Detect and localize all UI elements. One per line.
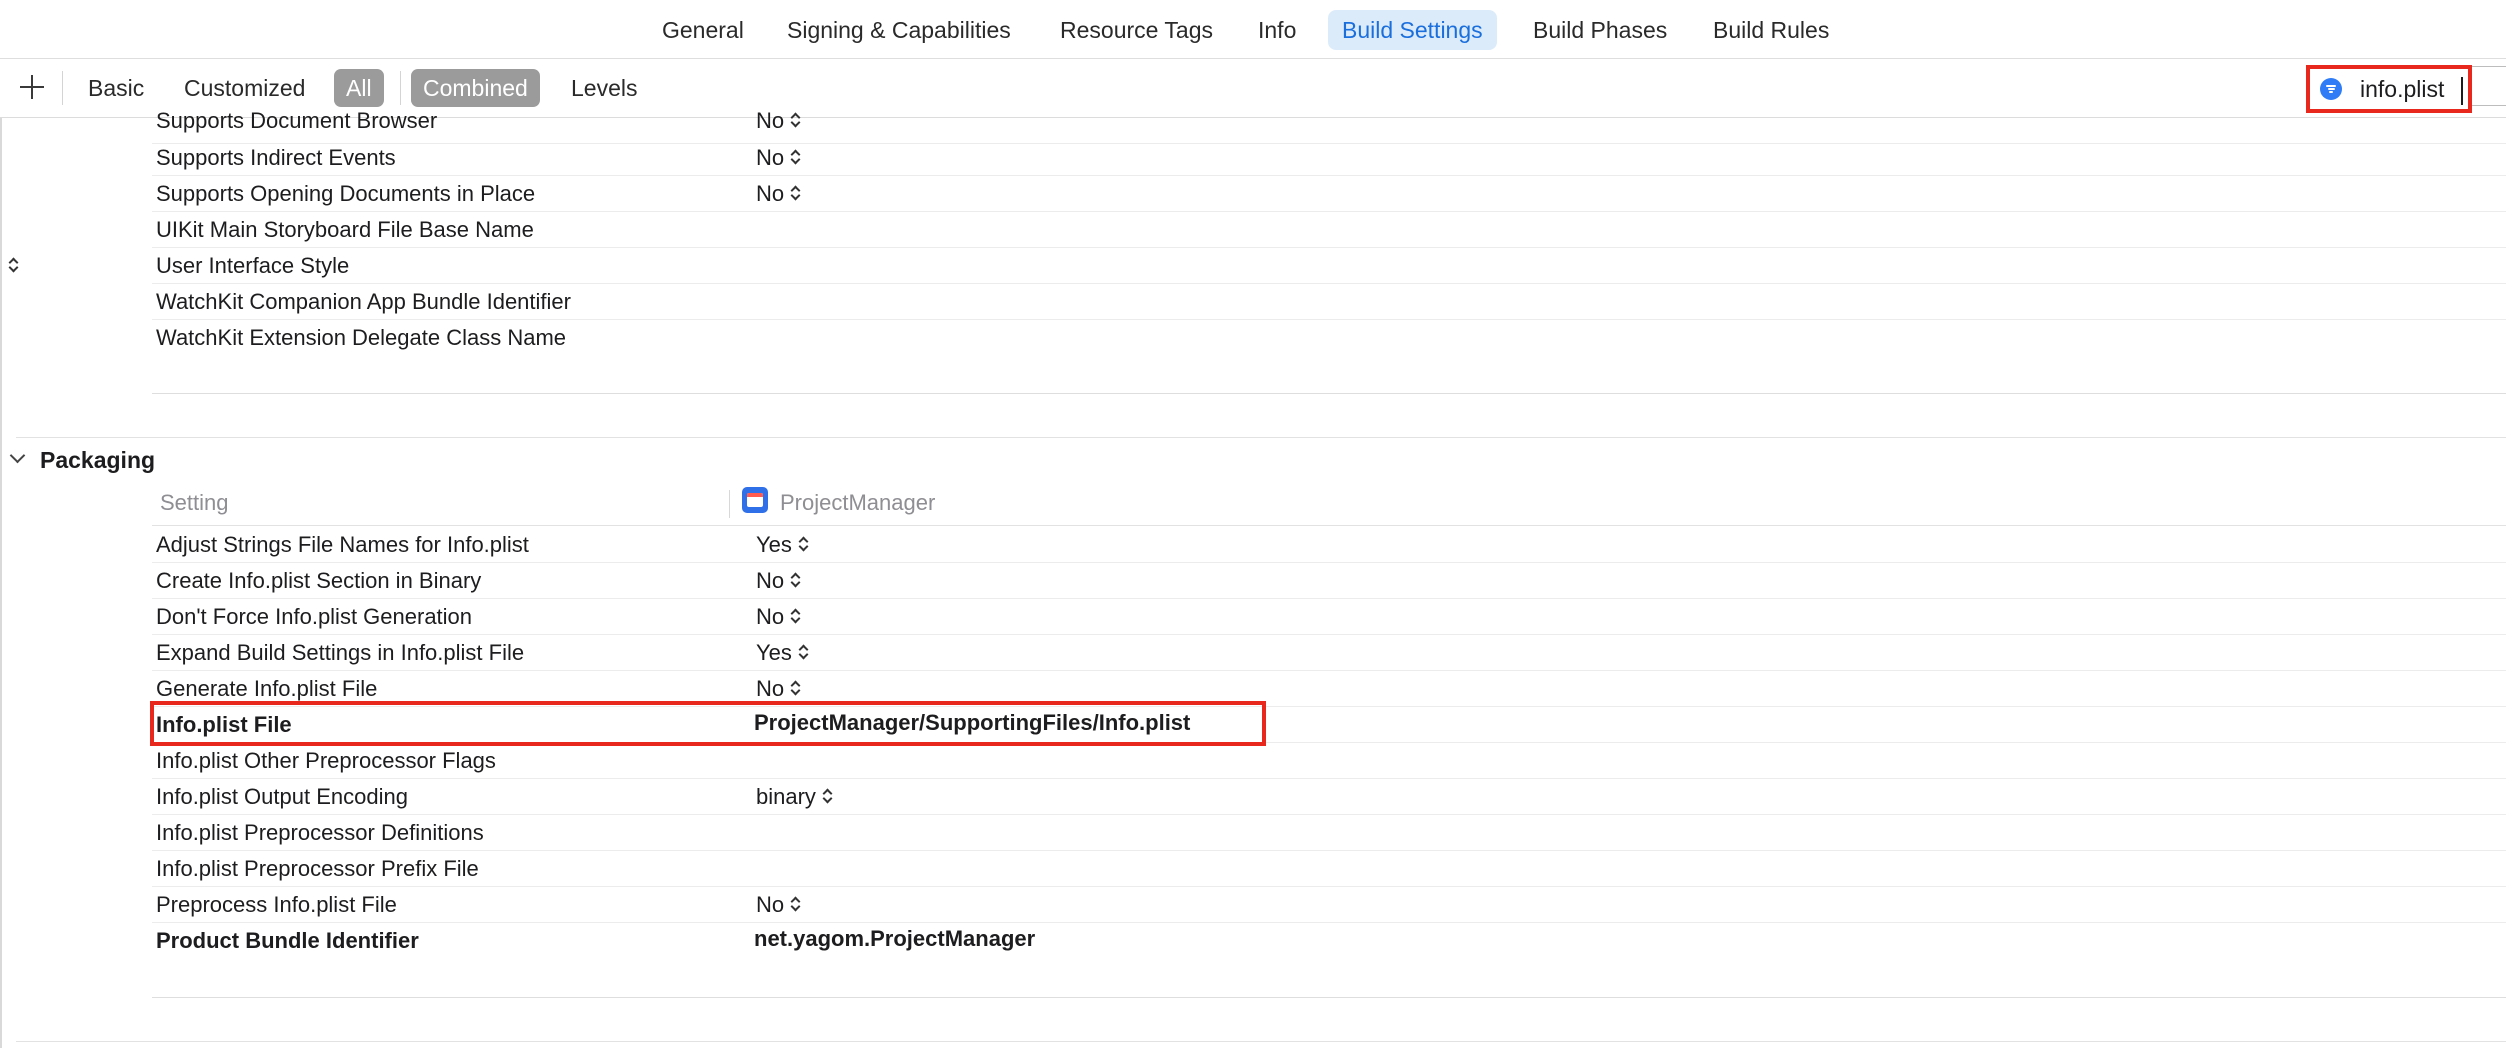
setting-value[interactable]: Yes (756, 532, 809, 558)
setting-value[interactable]: net.yagom.ProjectManager (754, 926, 1035, 952)
app-target-icon (742, 487, 768, 513)
stepper-icon (791, 572, 801, 588)
divider (62, 71, 63, 105)
setting-value[interactable]: Yes (756, 640, 809, 666)
setting-name: Create Info.plist Section in Binary (156, 568, 482, 593)
setting-row[interactable]: Supports Document Browser No (152, 108, 2506, 144)
plus-icon[interactable] (14, 69, 50, 105)
setting-row[interactable]: WatchKit Companion App Bundle Identifier (152, 284, 2506, 320)
setting-row[interactable]: Info.plist Preprocessor Prefix File (152, 851, 2506, 887)
setting-name: Preprocess Info.plist File (156, 892, 397, 917)
setting-name: Info.plist File (156, 712, 292, 737)
setting-row-info-plist-file[interactable]: Info.plist File ProjectManager/Supportin… (152, 707, 2506, 743)
column-header: Setting ProjectManager (152, 484, 2506, 526)
setting-row[interactable]: WatchKit Extension Delegate Class Name (152, 320, 2506, 356)
window-edge (0, 0, 2, 1048)
search-field-extension (2472, 66, 2506, 106)
tab-build-phases[interactable]: Build Phases (1519, 10, 1681, 50)
setting-value[interactable]: No (756, 568, 801, 594)
setting-name: Generate Info.plist File (156, 676, 378, 701)
setting-name: Product Bundle Identifier (156, 928, 419, 953)
filter-customized-button[interactable]: Customized (172, 69, 317, 107)
setting-value[interactable]: No (756, 108, 801, 134)
tab-build-settings[interactable]: Build Settings (1328, 10, 1497, 50)
view-combined-button[interactable]: Combined (411, 69, 540, 107)
stepper-icon (799, 644, 809, 660)
setting-name: Info.plist Preprocessor Prefix File (156, 856, 479, 881)
setting-name: Info.plist Preprocessor Definitions (156, 820, 484, 845)
stepper-icon (791, 149, 801, 165)
filter-all-button[interactable]: All (334, 69, 384, 107)
setting-value[interactable]: No (756, 145, 801, 171)
chevron-down-icon[interactable] (9, 447, 26, 464)
setting-row[interactable]: Supports Indirect Events No (152, 140, 2506, 176)
setting-row[interactable]: Don't Force Info.plist Generation No (152, 599, 2506, 635)
setting-name: Info.plist Output Encoding (156, 784, 408, 809)
setting-name: Supports Opening Documents in Place (156, 181, 536, 206)
stepper-icon (791, 185, 801, 201)
stepper-icon (791, 896, 801, 912)
tab-resource-tags[interactable]: Resource Tags (1046, 10, 1227, 50)
setting-value[interactable]: No (756, 181, 801, 207)
setting-name: UIKit Main Storyboard File Base Name (156, 217, 534, 242)
filter-icon[interactable] (2320, 78, 2342, 100)
divider (152, 997, 2506, 998)
tab-info[interactable]: Info (1244, 10, 1310, 50)
section-title: Packaging (40, 447, 156, 473)
setting-value[interactable]: binary (756, 784, 833, 810)
setting-row[interactable]: Adjust Strings File Names for Info.plist… (152, 527, 2506, 563)
setting-row[interactable]: Preprocess Info.plist File No (152, 887, 2506, 923)
setting-row[interactable]: Supports Opening Documents in Place No (152, 176, 2506, 212)
tab-general[interactable]: General (648, 10, 758, 50)
setting-row[interactable]: User Interface Style (152, 248, 2506, 284)
setting-row[interactable]: Create Info.plist Section in Binary No (152, 563, 2506, 599)
setting-row[interactable]: Info.plist Other Preprocessor Flags (152, 743, 2506, 779)
setting-row[interactable]: Generate Info.plist File No (152, 671, 2506, 707)
editor-tab-bar: General Signing & Capabilities Resource … (0, 0, 2506, 59)
setting-value[interactable]: No (756, 676, 801, 702)
stepper-icon (799, 536, 809, 552)
section-divider (16, 1041, 2506, 1042)
setting-value[interactable]: No (756, 892, 801, 918)
setting-value[interactable]: No (756, 604, 801, 630)
text-caret (2461, 77, 2463, 105)
filter-basic-button[interactable]: Basic (76, 69, 156, 107)
setting-name: Supports Document Browser (156, 108, 438, 133)
stepper-icon[interactable] (9, 257, 19, 273)
setting-row[interactable]: Info.plist Output Encoding binary (152, 779, 2506, 815)
setting-name: Supports Indirect Events (156, 145, 396, 170)
setting-name: Adjust Strings File Names for Info.plist (156, 532, 529, 557)
divider (400, 71, 401, 105)
setting-value[interactable]: ProjectManager/SupportingFiles/Info.plis… (754, 710, 1190, 736)
setting-name: Expand Build Settings in Info.plist File (156, 640, 525, 665)
setting-name: Info.plist Other Preprocessor Flags (156, 748, 496, 773)
setting-row[interactable]: Info.plist Preprocessor Definitions (152, 815, 2506, 851)
stepper-icon (823, 788, 833, 804)
column-header-setting: Setting (160, 490, 229, 515)
stepper-icon (791, 608, 801, 624)
divider (729, 490, 730, 518)
setting-name: Don't Force Info.plist Generation (156, 604, 473, 629)
tab-signing-capabilities[interactable]: Signing & Capabilities (773, 10, 1025, 50)
divider (152, 393, 2506, 394)
stepper-icon (791, 112, 801, 128)
tab-build-rules[interactable]: Build Rules (1699, 10, 1843, 50)
setting-row[interactable]: Expand Build Settings in Info.plist File… (152, 635, 2506, 671)
setting-row[interactable]: Product Bundle Identifier net.yagom.Proj… (152, 923, 2506, 959)
search-input[interactable] (2360, 73, 2466, 105)
setting-name: User Interface Style (156, 253, 350, 278)
section-divider (16, 437, 2506, 438)
setting-row[interactable]: UIKit Main Storyboard File Base Name (152, 212, 2506, 248)
view-levels-button[interactable]: Levels (559, 69, 649, 107)
setting-name: WatchKit Companion App Bundle Identifier (156, 289, 571, 314)
search-field[interactable] (2306, 65, 2472, 113)
stepper-icon (791, 680, 801, 696)
column-header-target: ProjectManager (780, 490, 936, 515)
setting-name: WatchKit Extension Delegate Class Name (156, 325, 567, 350)
